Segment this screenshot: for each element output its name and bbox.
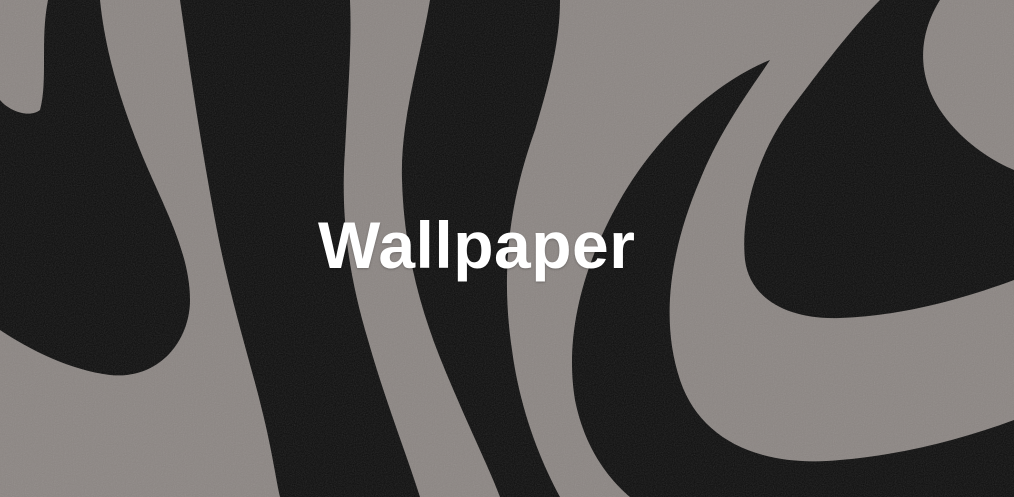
banner-title: Wallpaper — [318, 208, 636, 282]
wallpaper-banner: Wallpaper — [0, 0, 1014, 497]
